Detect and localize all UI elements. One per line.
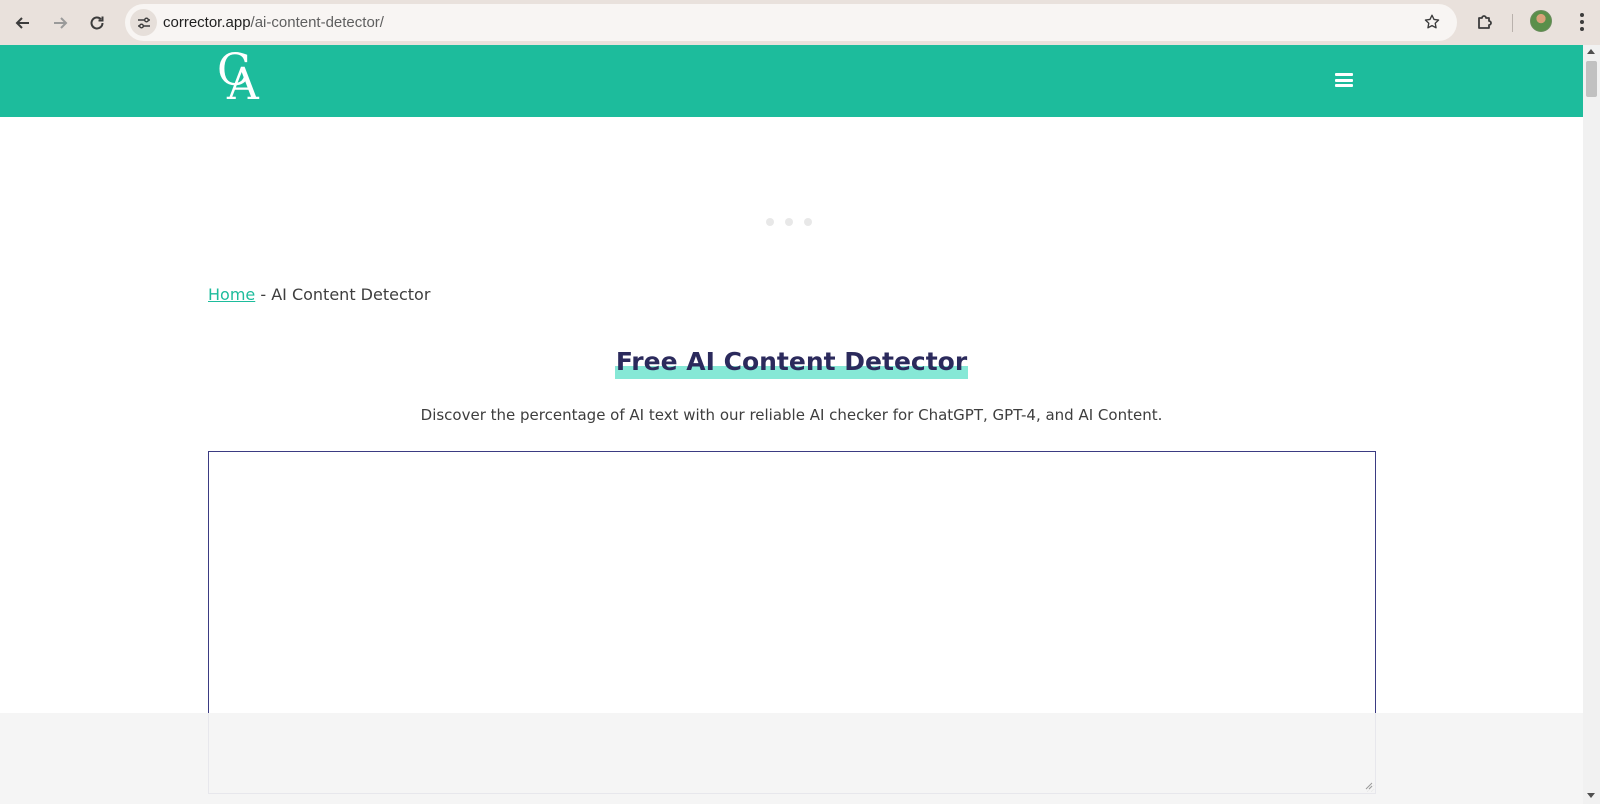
page-title: Free AI Content Detector (614, 345, 969, 379)
browser-menu-button[interactable] (1572, 9, 1592, 35)
profile-avatar[interactable] (1530, 10, 1552, 32)
scrollbar-thumb[interactable] (1586, 61, 1597, 97)
scroll-down-arrow-icon[interactable] (1587, 793, 1595, 798)
site-info-button[interactable] (130, 9, 157, 36)
address-bar[interactable]: corrector.app/ai-content-detector/ (125, 4, 1457, 41)
site-logo[interactable]: CA (215, 49, 271, 111)
tune-icon (137, 17, 150, 28)
breadcrumb: Home - AI Content Detector (208, 285, 430, 304)
page-subtitle: Discover the percentage of AI text with … (420, 406, 1163, 424)
breadcrumb-home-link[interactable]: Home (208, 285, 255, 304)
breadcrumb-current: AI Content Detector (271, 285, 431, 304)
extensions-button[interactable] (1472, 9, 1498, 35)
browser-toolbar: corrector.app/ai-content-detector/ (0, 0, 1600, 45)
site-header: CA (0, 45, 1583, 117)
arrow-left-icon (15, 17, 29, 29)
url-host: corrector.app (163, 14, 251, 31)
url-path: /ai-content-detector/ (250, 14, 384, 31)
toolbar-divider (1512, 14, 1513, 32)
url-text: corrector.app/ai-content-detector/ (163, 14, 384, 31)
back-button[interactable] (8, 8, 38, 38)
puzzle-icon (1478, 15, 1492, 29)
page-scrollbar[interactable] (1583, 45, 1600, 804)
reload-icon (90, 16, 104, 30)
breadcrumb-separator: - (255, 285, 272, 304)
star-icon (1424, 14, 1440, 29)
arrow-right-icon (54, 17, 68, 29)
reload-button[interactable] (82, 8, 112, 38)
bookmark-button[interactable] (1421, 11, 1443, 33)
hamburger-menu-icon[interactable] (1335, 73, 1353, 87)
loading-indicator (766, 218, 812, 226)
textarea-resize-handle-icon[interactable] (1363, 780, 1373, 790)
bottom-overlay-band (0, 713, 1583, 804)
scroll-up-arrow-icon[interactable] (1587, 49, 1595, 54)
forward-button[interactable] (45, 8, 75, 38)
